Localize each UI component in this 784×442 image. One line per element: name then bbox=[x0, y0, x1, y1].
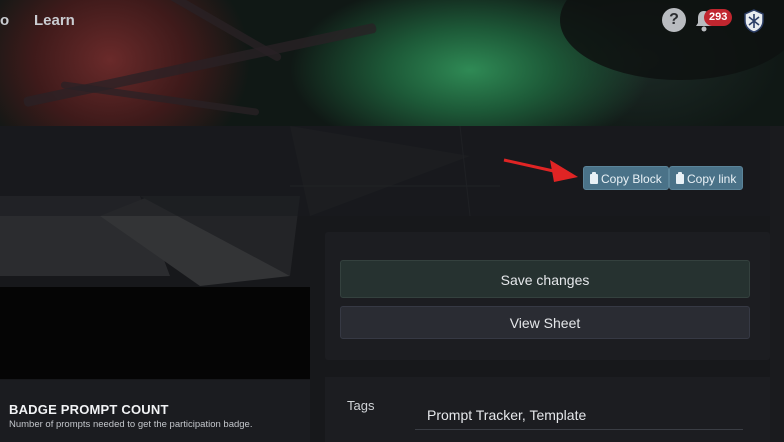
tags-input[interactable] bbox=[415, 400, 743, 430]
save-changes-button[interactable]: Save changes bbox=[340, 260, 750, 298]
avatar[interactable] bbox=[742, 8, 766, 34]
copy-block-label: Copy Block bbox=[601, 172, 662, 186]
nav-item-learn[interactable]: Learn bbox=[34, 12, 75, 29]
copy-link-label: Copy link bbox=[687, 172, 737, 186]
help-icon[interactable]: ? bbox=[662, 8, 686, 32]
badge-prompt-description: Number of prompts needed to get the part… bbox=[9, 419, 253, 430]
clipboard-icon bbox=[590, 172, 598, 184]
banner-art bbox=[22, 22, 378, 108]
badge-prompt-title: BADGE PROMPT COUNT bbox=[9, 402, 169, 417]
image-preview bbox=[0, 287, 310, 379]
copy-block-button[interactable]: Copy Block bbox=[583, 166, 669, 190]
view-sheet-button[interactable]: View Sheet bbox=[340, 306, 750, 339]
tags-label: Tags bbox=[347, 398, 375, 413]
copy-link-button[interactable]: Copy link bbox=[669, 166, 744, 190]
nav-item-partial[interactable]: o bbox=[0, 12, 9, 29]
notification-count-badge: 293 bbox=[704, 9, 733, 26]
pointer-arrow-icon bbox=[503, 158, 578, 182]
clipboard-icon bbox=[676, 172, 684, 184]
scrollbar-track[interactable] bbox=[770, 126, 784, 442]
